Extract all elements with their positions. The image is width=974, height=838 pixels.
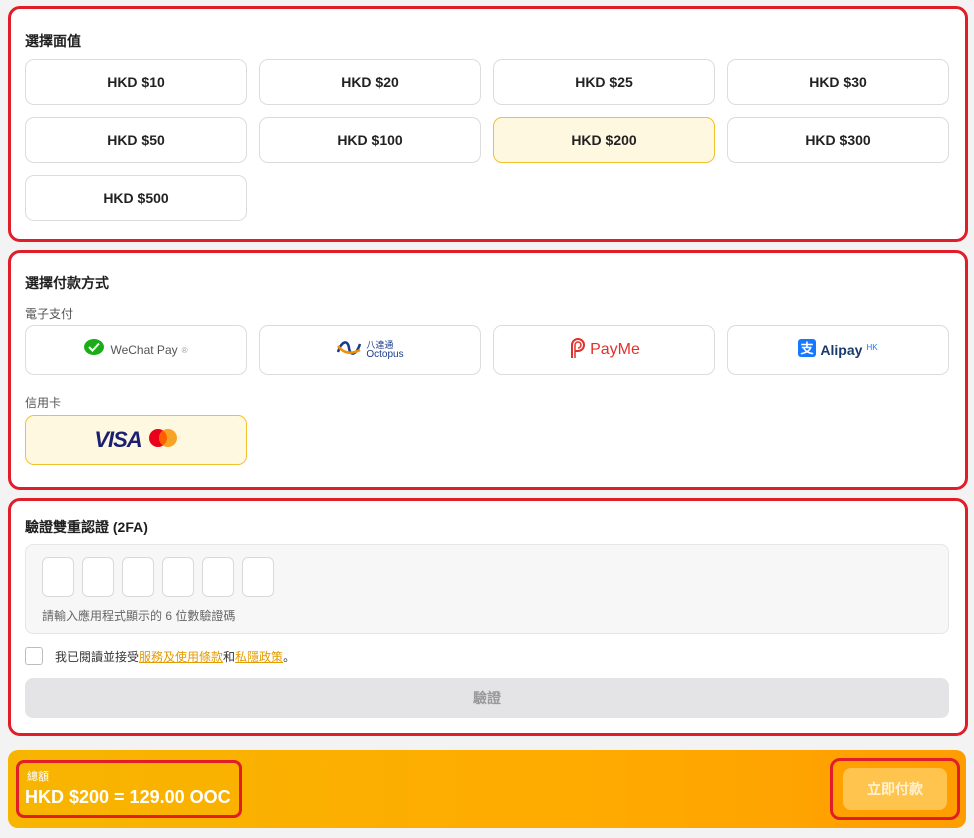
- visa-mastercard-icon: [148, 428, 178, 453]
- credit-card-option[interactable]: VISA: [25, 415, 247, 465]
- otp-digit-4[interactable]: [162, 557, 194, 597]
- denom-option-50[interactable]: HKD $50: [25, 117, 247, 163]
- verify-button[interactable]: 驗證: [25, 678, 949, 718]
- denom-option-25[interactable]: HKD $25: [493, 59, 715, 105]
- total-value: HKD $200 = 129.00 OOC: [25, 787, 231, 807]
- ewallet-label: 電子支付: [25, 307, 74, 321]
- agree-row: 我已閱讀並接受 服務及使用條款 和 私隱政策 。: [25, 647, 295, 665]
- card-label: 信用卡: [25, 396, 62, 410]
- otp-digit-3[interactable]: [122, 557, 154, 597]
- denom-option-200[interactable]: HKD $200: [493, 117, 715, 163]
- agree-and: 和: [223, 649, 236, 664]
- denomination-card: 選擇面值 HKD $10 HKD $20 HKD $25 HKD $30 HKD…: [8, 6, 968, 242]
- twofa-card: 驗證雙重認證 (2FA) 請輸入應用程式顯示的 6 位數驗證碼 我已閱讀並接受 …: [8, 498, 968, 736]
- agree-suffix: 。: [283, 649, 296, 664]
- octopus-icon: [336, 338, 362, 363]
- total-label: 總額: [27, 771, 49, 783]
- payment-title: 選擇付款方式: [25, 275, 109, 291]
- denom-option-100[interactable]: HKD $100: [259, 117, 481, 163]
- agree-checkbox[interactable]: [25, 647, 43, 665]
- denom-option-10[interactable]: HKD $10: [25, 59, 247, 105]
- pay-now-button[interactable]: 立即付款: [843, 768, 947, 810]
- visa-text: VISA: [94, 427, 142, 452]
- payme-option[interactable]: PayMe: [493, 325, 715, 375]
- total-summary: 總額 HKD $200 = 129.00 OOC: [16, 760, 242, 818]
- agree-prefix: 我已閱讀並接受: [55, 649, 140, 664]
- octopus-option[interactable]: 八達通 Octopus: [259, 325, 481, 375]
- otp-hint: 請輸入應用程式顯示的 6 位數驗證碼: [42, 609, 236, 623]
- denom-option-500[interactable]: HKD $500: [25, 175, 247, 221]
- wechat-pay-option[interactable]: WeChat Pay ®: [25, 325, 247, 375]
- twofa-title: 驗證雙重認證 (2FA): [25, 519, 148, 535]
- pay-now-wrapper: 立即付款: [830, 758, 960, 820]
- otp-digit-5[interactable]: [202, 557, 234, 597]
- alipay-option[interactable]: 支 Alipay HK: [727, 325, 949, 375]
- wechat-pay-text: WeChat Pay: [110, 343, 178, 357]
- denom-option-300[interactable]: HKD $300: [727, 117, 949, 163]
- octopus-text: Octopus: [366, 349, 404, 360]
- privacy-link[interactable]: 私隱政策: [235, 648, 283, 665]
- denomination-title: 選擇面值: [25, 33, 81, 49]
- alipay-icon: 支: [798, 338, 817, 362]
- denom-option-30[interactable]: HKD $30: [727, 59, 949, 105]
- payme-text: PayMe: [590, 341, 640, 358]
- checkout-bar: 總額 HKD $200 = 129.00 OOC 立即付款: [8, 750, 966, 828]
- svg-text:支: 支: [800, 341, 815, 357]
- otp-digit-2[interactable]: [82, 557, 114, 597]
- wechat-pay-icon: [84, 338, 106, 362]
- terms-link[interactable]: 服務及使用條款: [139, 648, 223, 665]
- denom-option-20[interactable]: HKD $20: [259, 59, 481, 105]
- otp-digit-6[interactable]: [242, 557, 274, 597]
- otp-container: 請輸入應用程式顯示的 6 位數驗證碼: [25, 544, 949, 634]
- alipay-text: Alipay: [820, 342, 863, 358]
- alipay-suffix: HK: [866, 342, 878, 352]
- otp-digit-1[interactable]: [42, 557, 74, 597]
- payment-card: 選擇付款方式 電子支付 WeChat Pay ® 八達通 Octopus Pay…: [8, 250, 968, 490]
- payme-icon: [568, 337, 586, 364]
